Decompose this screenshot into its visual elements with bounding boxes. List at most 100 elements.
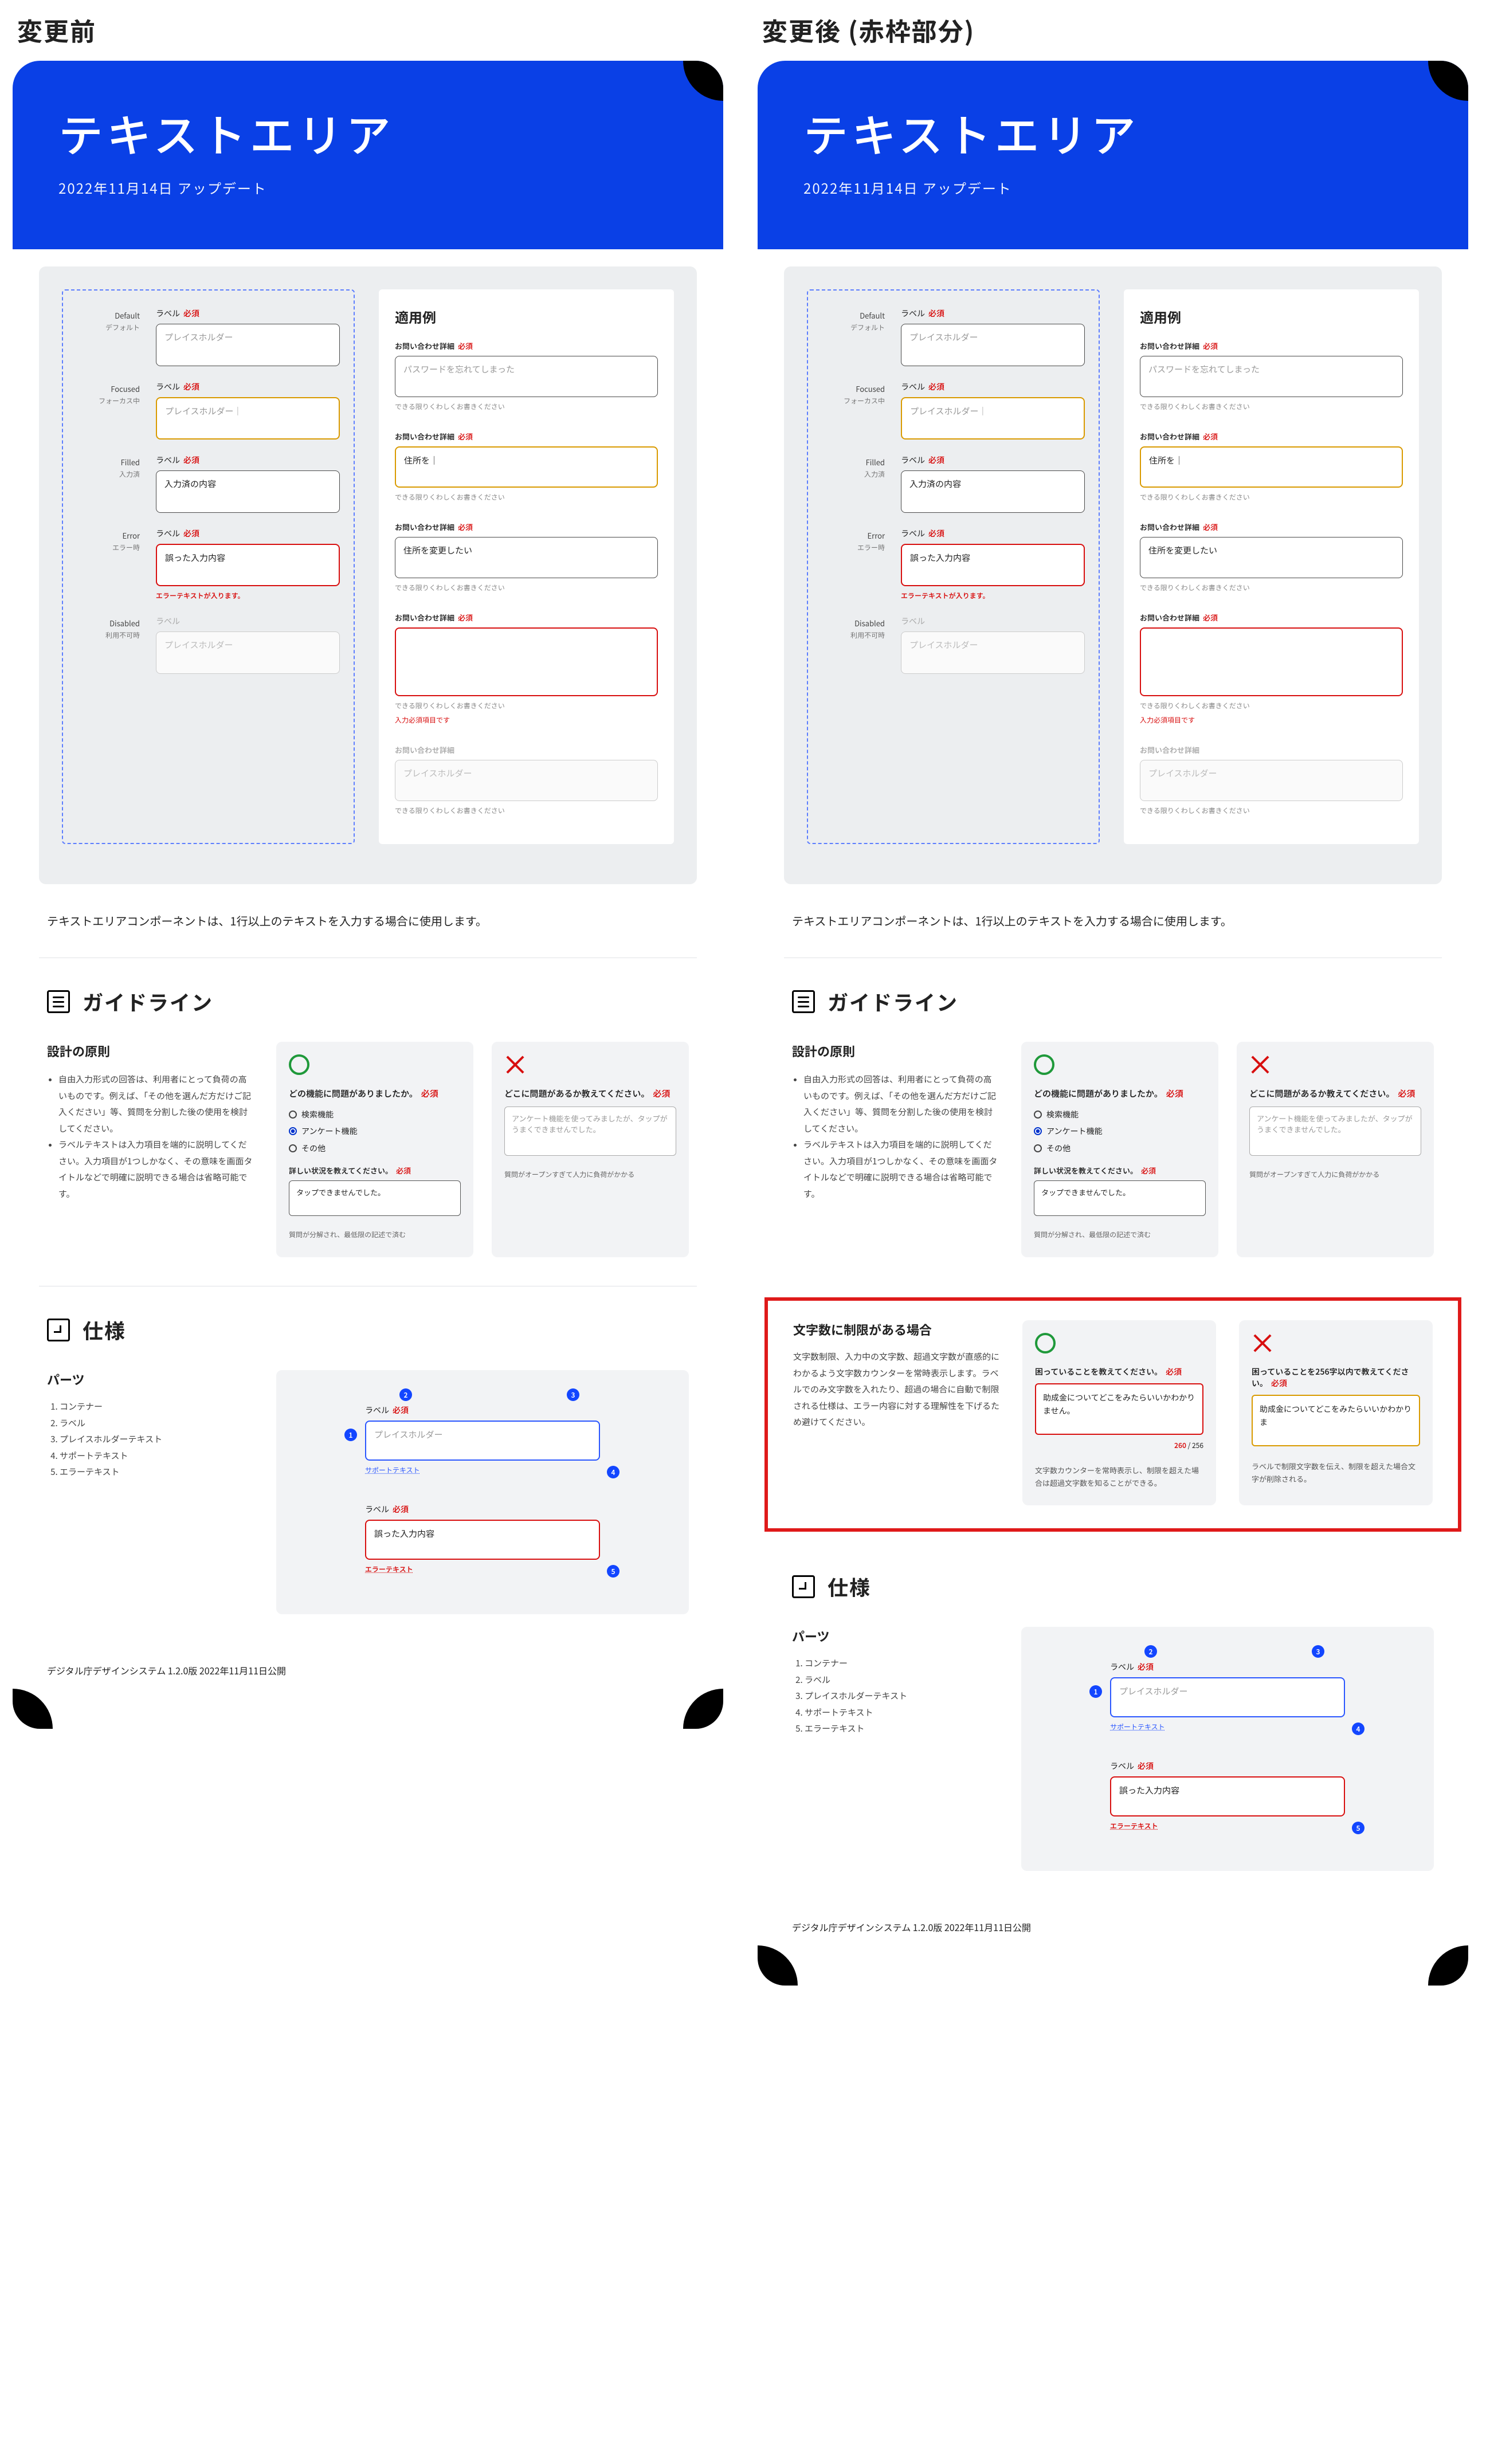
- parts-normal: 1 2 3 4 ラベル必須 プレイスホルダー サポートテキスト: [365, 1404, 600, 1475]
- component-stage: Defaultデフォルト ラベル必須 プレイスホルダー Focusedフォーカス…: [39, 266, 697, 884]
- parts-textarea-error[interactable]: 誤った入力内容: [365, 1520, 600, 1560]
- callout-1: 1: [1089, 1685, 1102, 1698]
- hero: テキストエリア 2022年11月14日 アップデート: [13, 61, 723, 249]
- charlimit-bad: 困っていることを256字以内で教えてください。必須 助成金についてどこをみたらい…: [1239, 1320, 1433, 1505]
- radio-group[interactable]: 検索機能 アンケート機能 その他: [289, 1107, 461, 1157]
- cross-icon: [1249, 1054, 1421, 1080]
- example-error: お問い合わせ詳細必須 できる限りくわしくお書きください 入力必須項目です: [395, 612, 658, 725]
- example-textarea[interactable]: [395, 627, 658, 696]
- examples-column: 適用例 お問い合わせ詳細必須 パスワードを忘れてしまった できる限りくわしくお書…: [379, 289, 674, 844]
- radio-icon[interactable]: [289, 1127, 297, 1135]
- principles-list: 自由入力形式の回答は、利用者にとって負荷の高いものです。例えば、「その他を選んだ…: [47, 1072, 253, 1202]
- example-focus: お問い合わせ詳細必須 住所を｜ できる限りくわしくお書きください: [395, 431, 658, 502]
- principle-good: どの機能に問題がありましたか。必須 検索機能 アンケート機能 その他 詳しい状況…: [276, 1042, 473, 1257]
- states-column: Defaultデフォルトラベル必須プレイスホルダー Focusedフォーカス中ラ…: [807, 289, 1100, 844]
- parts-textarea[interactable]: プレイスホルダー: [1110, 1677, 1345, 1717]
- textarea-error[interactable]: 誤った入力内容: [901, 544, 1085, 586]
- parts-textarea[interactable]: プレイスホルダー: [365, 1421, 600, 1461]
- example-textarea[interactable]: 住所を｜: [395, 446, 658, 488]
- principle-bad: どこに問題があるか教えてください。必須 アンケート機能を使ってみましたが、タップ…: [1237, 1042, 1434, 1257]
- section-spec-header: 仕様: [758, 1549, 1468, 1618]
- radio-icon[interactable]: [1034, 1127, 1042, 1135]
- parts-title: パーツ: [47, 1370, 253, 1388]
- card-before: テキストエリア 2022年11月14日 アップデート Defaultデフォルト …: [13, 61, 723, 1729]
- spec-icon: [792, 1575, 815, 1598]
- parts-ol: コンテナー ラベル プレイスホルダーテキスト サポートテキスト エラーテキスト: [47, 1399, 253, 1481]
- example-default: お問い合わせ詳細必須 パスワードを忘れてしまった できる限りくわしくお書きくださ…: [395, 340, 658, 411]
- parts-diagram: 1 2 3 4 ラベル必須 プレイスホルダー サポートテキスト 5 ラベル必須 …: [276, 1370, 689, 1614]
- textarea-disabled: プレイスホルダー: [156, 631, 340, 674]
- principles-row: 設計の原則 自由入力形式の回答は、利用者にとって負荷の高いものです。例えば、「そ…: [13, 1033, 723, 1280]
- textarea-filled[interactable]: 入力済の内容: [156, 470, 340, 513]
- field-label: ラベル: [156, 308, 180, 319]
- column-before: 変更前 テキストエリア 2022年11月14日 アップデート Defaultデフ…: [13, 11, 723, 1986]
- update-date: 2022年11月14日 アップデート: [58, 178, 677, 198]
- example-textarea: プレイスホルダー: [395, 760, 658, 801]
- example-textarea: プレイスホルダー: [1140, 760, 1403, 801]
- textarea-disabled: プレイスホルダー: [901, 631, 1085, 674]
- textarea-focused[interactable]: プレイスホルダー｜: [901, 397, 1085, 440]
- header-after: 変更後 (赤枠部分): [762, 11, 1468, 48]
- section-spec-header: 仕様: [13, 1292, 723, 1361]
- radio-group[interactable]: 検索機能 アンケート機能 その他: [1034, 1107, 1206, 1157]
- state-disabled: Disabled利用不可時 ラベル プレイスホルダー: [77, 615, 340, 674]
- charlimit-text: 文字数に制限がある場合 文字数制限、入力中の文字数、超過文字数が直感的にわかるよ…: [793, 1320, 999, 1505]
- guideline-icon: [47, 990, 70, 1013]
- example-textarea[interactable]: 住所を変更したい: [1140, 537, 1403, 578]
- check-icon: [1034, 1054, 1206, 1080]
- card-after: テキストエリア 2022年11月14日 アップデート Defaultデフォルトラ…: [758, 61, 1468, 1986]
- radio-icon[interactable]: [289, 1111, 297, 1119]
- hero: テキストエリア 2022年11月14日 アップデート: [758, 61, 1468, 249]
- examples-title: 適用例: [395, 307, 658, 327]
- principles-row: 設計の原則自由入力形式の回答は、利用者にとって負荷の高いものです。例えば、「その…: [758, 1033, 1468, 1280]
- state-focused: Focusedフォーカス中 ラベル必須 プレイスホルダー｜: [77, 381, 340, 440]
- example-textarea[interactable]: 住所を｜: [1140, 446, 1403, 488]
- textarea-default[interactable]: プレイスホルダー: [156, 324, 340, 366]
- spec-icon: [47, 1319, 70, 1341]
- state-error: Errorエラー時 ラベル必須 誤った入力内容 エラーテキストが入ります。: [77, 528, 340, 601]
- guideline-icon: [792, 990, 815, 1013]
- example-textarea[interactable]: パスワードを忘れてしまった: [1140, 356, 1403, 397]
- parts-textarea-error[interactable]: 誤った入力内容: [1110, 1776, 1345, 1816]
- state-filled: Filled入力済 ラベル必須 入力済の内容: [77, 454, 340, 513]
- char-counter: 260 / 256: [1035, 1441, 1203, 1450]
- charlimit-textarea[interactable]: 助成金についてどこをみたらいいかわかりません。: [1035, 1383, 1203, 1435]
- principle-textarea[interactable]: アンケート機能を使ってみましたが、タップがうまくできませんでした。: [1249, 1107, 1421, 1156]
- error-text: エラーテキストが入ります。: [156, 591, 340, 601]
- callout-3: 3: [567, 1388, 579, 1401]
- callout-2: 2: [399, 1388, 412, 1401]
- principle-textarea[interactable]: タップできませんでした。: [289, 1180, 461, 1216]
- callout-4: 4: [1352, 1723, 1364, 1735]
- component-description: テキストエリアコンポーネントは、1行以上のテキストを入力する場合に使用します。: [758, 905, 1468, 952]
- textarea-error[interactable]: 誤った入力内容: [156, 544, 340, 586]
- callout-3: 3: [1312, 1645, 1324, 1658]
- charlimit-good: 困っていることを教えてください。必須 助成金についてどこをみたらいいかわかりませ…: [1022, 1320, 1216, 1505]
- section-guidelines-header: ガイドライン: [13, 964, 723, 1033]
- examples-column: 適用例 お問い合わせ詳細必須パスワードを忘れてしまったできる限りくわしくお書きく…: [1124, 289, 1419, 844]
- charlimit-textarea[interactable]: 助成金についてどこをみたらいいかわかりま: [1252, 1395, 1420, 1446]
- radio-icon[interactable]: [1034, 1144, 1042, 1152]
- principle-textarea[interactable]: タップできませんでした。: [1034, 1180, 1206, 1216]
- parts-support-text: サポートテキスト: [365, 1465, 600, 1475]
- parts-error: 5 ラベル必須 誤った入力内容 エラーテキスト: [1110, 1760, 1345, 1831]
- column-after: 変更後 (赤枠部分) テキストエリア 2022年11月14日 アップデート De…: [758, 11, 1468, 1986]
- callout-2: 2: [1144, 1645, 1157, 1658]
- parts-error-text: エラーテキスト: [365, 1564, 600, 1574]
- textarea-focused[interactable]: プレイスホルダー｜: [156, 397, 340, 440]
- required-badge: 必須: [183, 308, 199, 319]
- principle-bad: どこに問題があるか教えてください。必須 アンケート機能を使ってみましたが、タップ…: [492, 1042, 689, 1257]
- example-textarea[interactable]: パスワードを忘れてしまった: [395, 356, 658, 397]
- radio-icon[interactable]: [289, 1144, 297, 1152]
- cross-icon: [504, 1054, 676, 1080]
- example-textarea[interactable]: [1140, 627, 1403, 696]
- parts-section: パーツ コンテナー ラベル プレイスホルダーテキスト サポートテキスト エラーテ…: [13, 1361, 723, 1649]
- textarea-filled[interactable]: 入力済の内容: [901, 470, 1085, 513]
- component-stage: Defaultデフォルトラベル必須プレイスホルダー Focusedフォーカス中ラ…: [784, 266, 1442, 884]
- example-disabled: お問い合わせ詳細 プレイスホルダー できる限りくわしくお書きください: [395, 744, 658, 815]
- component-description: テキストエリアコンポーネントは、1行以上のテキストを入力する場合に使用します。: [13, 905, 723, 952]
- radio-icon[interactable]: [1034, 1111, 1042, 1119]
- principle-textarea[interactable]: アンケート機能を使ってみましたが、タップがうまくできませんでした。: [504, 1107, 676, 1156]
- example-textarea[interactable]: 住所を変更したい: [395, 537, 658, 578]
- textarea-default[interactable]: プレイスホルダー: [901, 324, 1085, 366]
- check-icon: [289, 1054, 461, 1080]
